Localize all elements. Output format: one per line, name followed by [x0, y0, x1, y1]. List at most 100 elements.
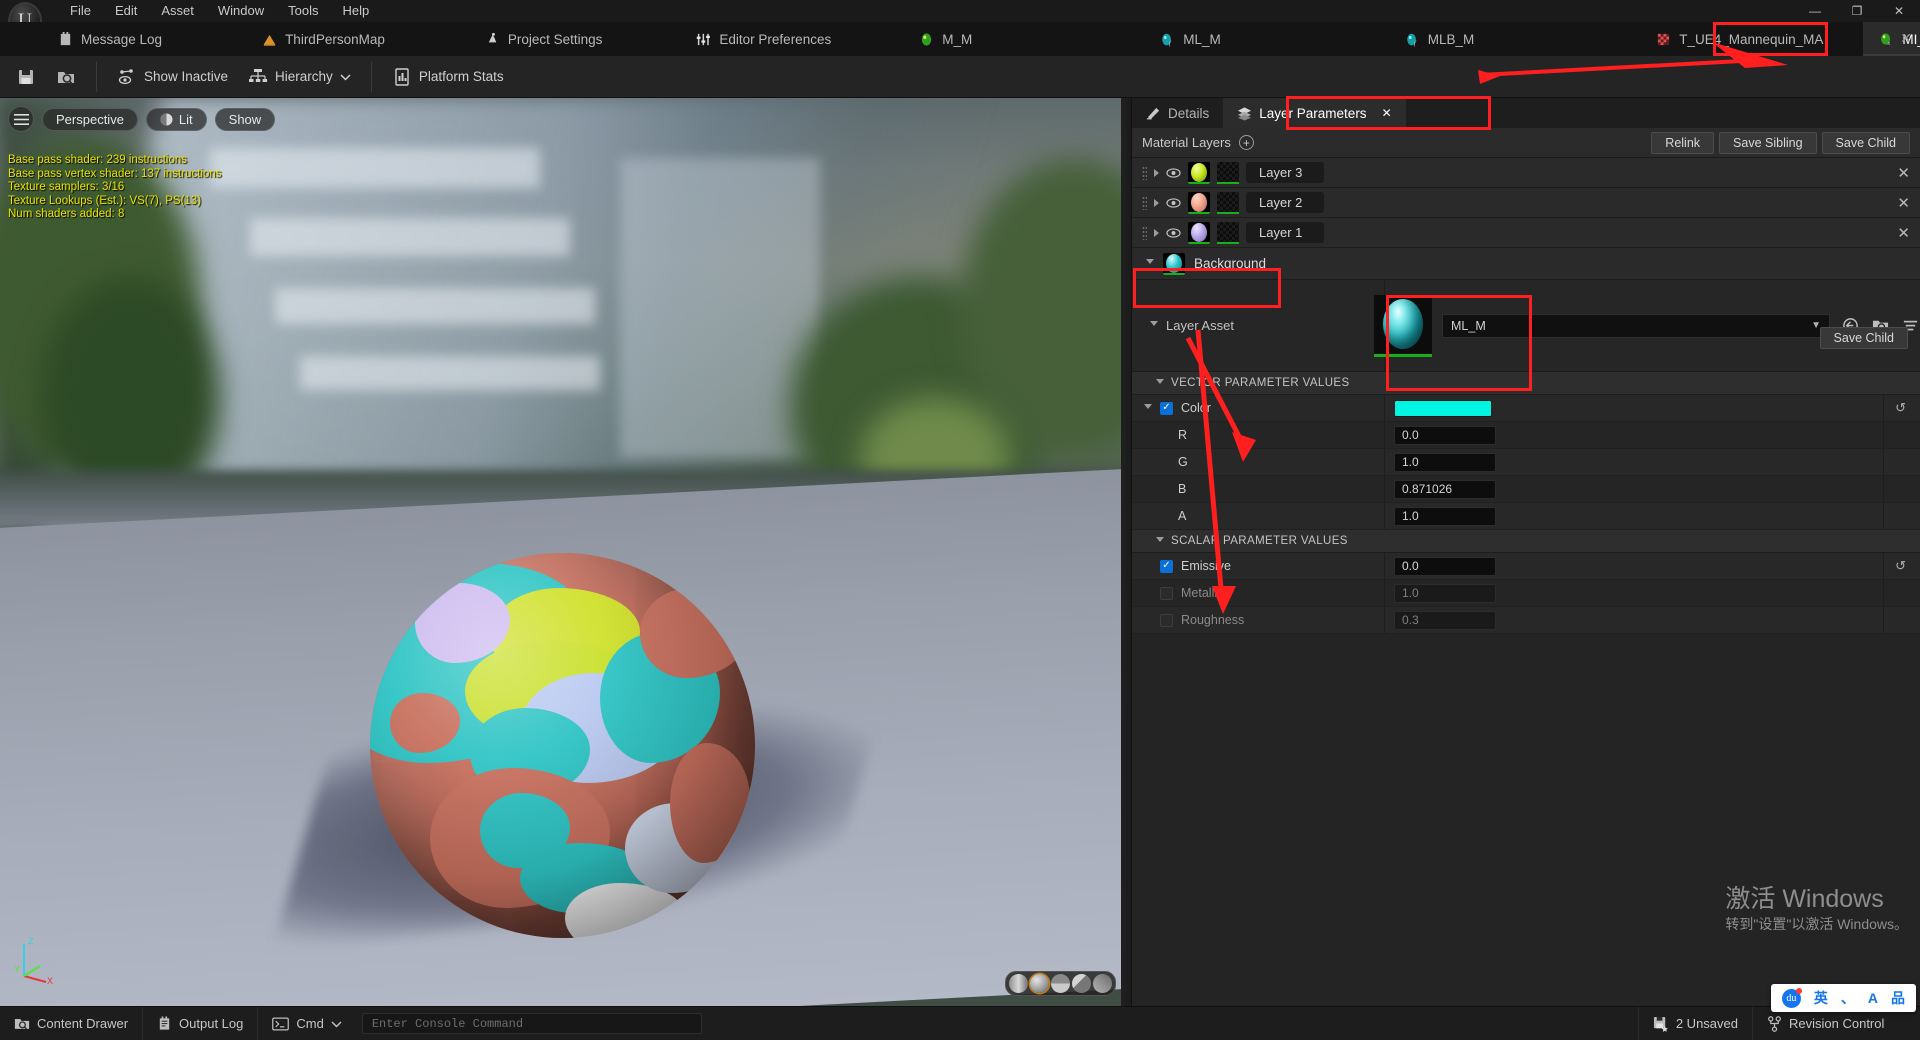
plane-preview-button[interactable] [1051, 974, 1070, 993]
layer-thumbnail[interactable] [1188, 191, 1210, 214]
ime-toolbar[interactable]: du 英 、 A 品 [1770, 984, 1916, 1012]
metallic-checkbox[interactable] [1160, 586, 1173, 600]
close-all-tabs-icon[interactable]: ✕ [1900, 30, 1912, 47]
remove-layer-icon[interactable]: ✕ [1897, 194, 1910, 212]
unsaved-assets-button[interactable]: 2 Unsaved [1637, 1006, 1752, 1040]
g-value-field[interactable]: 1.0 [1394, 452, 1496, 472]
tab-t-ue4-mannequin-ma[interactable]: T_UE4_Mannequin_MA [1640, 22, 1839, 56]
layer-row-background[interactable]: Background [1132, 248, 1920, 280]
property-row-metallic[interactable]: Metallic 1.0 [1132, 580, 1920, 607]
a-value-field[interactable]: 1.0 [1394, 506, 1496, 526]
browse-button[interactable] [46, 62, 86, 92]
layer-asset-thumbnail[interactable] [1374, 294, 1432, 357]
viewport-viewmode-button[interactable]: Lit [145, 107, 207, 131]
drag-handle-icon[interactable] [1142, 195, 1147, 210]
collapse-arrow-icon[interactable] [1146, 259, 1154, 268]
save-button[interactable] [6, 62, 46, 92]
layer-name-label[interactable]: Layer 1 [1246, 222, 1324, 243]
layer-row-3[interactable]: Layer 3 ✕ [1132, 158, 1920, 188]
drag-handle-icon[interactable] [1142, 165, 1147, 180]
plus-circle-icon[interactable]: + [1238, 135, 1254, 150]
property-row-color[interactable]: Color ↺ [1132, 395, 1920, 422]
layer-name-label[interactable]: Layer 3 [1246, 162, 1324, 183]
property-row-roughness[interactable]: Roughness 0.3 [1132, 607, 1920, 634]
viewport-perspective-button[interactable]: Perspective [42, 107, 138, 131]
layer-mask-thumbnail[interactable] [1217, 191, 1239, 214]
save-sibling-button[interactable]: Save Sibling [1719, 131, 1817, 154]
revert-emissive-icon[interactable]: ↺ [1895, 558, 1906, 574]
expand-arrow-icon[interactable] [1154, 228, 1159, 237]
roughness-checkbox[interactable] [1160, 613, 1173, 627]
menu-file[interactable]: File [58, 0, 103, 22]
cube-preview-button[interactable] [1072, 974, 1091, 993]
property-row-emissive[interactable]: Emissive 0.0 ↺ [1132, 553, 1920, 580]
collapse-arrow-icon[interactable] [1150, 321, 1158, 330]
layer-thumbnail[interactable] [1188, 221, 1210, 244]
sphere-preview-button[interactable] [1030, 974, 1049, 993]
visibility-eye-icon[interactable] [1166, 227, 1181, 239]
ime-language-button[interactable]: 英 [1814, 988, 1828, 1008]
viewport-scrollbar[interactable] [1121, 98, 1126, 1006]
chevron-down-icon[interactable] [331, 1020, 342, 1028]
layer-mask-thumbnail[interactable] [1217, 161, 1239, 184]
custom-mesh-preview-button[interactable] [1093, 974, 1112, 993]
ime-punctuation-button[interactable]: 、 [1841, 988, 1855, 1008]
tab-ml-m[interactable]: f ML_M [1144, 22, 1237, 56]
expand-arrow-icon[interactable] [1154, 198, 1159, 207]
platform-stats-button[interactable]: Platform Stats [382, 62, 514, 92]
scalar-parameters-section-header[interactable]: SCALAR PARAMETER VALUES [1132, 530, 1920, 553]
layer-asset-save-child-button[interactable]: Save Child [1819, 326, 1908, 349]
emissive-value-field[interactable]: 0.0 [1394, 556, 1496, 576]
viewport-show-button[interactable]: Show [214, 107, 276, 131]
menu-asset[interactable]: Asset [149, 0, 206, 22]
tab-project-settings[interactable]: Project Settings [469, 22, 619, 56]
material-preview-viewport[interactable]: Perspective Lit Show Base pass shader: 2… [0, 98, 1126, 1006]
layer-mask-thumbnail[interactable] [1217, 221, 1239, 244]
b-value-field[interactable]: 0.871026 [1394, 479, 1496, 499]
property-row-r[interactable]: R 0.0 [1132, 422, 1920, 449]
menu-window[interactable]: Window [206, 0, 276, 22]
baidu-ime-icon[interactable]: du [1781, 987, 1802, 1008]
menu-edit[interactable]: Edit [103, 0, 149, 22]
minimize-button[interactable]: — [1794, 0, 1836, 22]
hierarchy-button[interactable]: Hierarchy [238, 63, 361, 91]
layer-row-1[interactable]: Layer 1 ✕ [1132, 218, 1920, 248]
relink-button[interactable]: Relink [1651, 131, 1715, 154]
console-command-input[interactable]: Enter Console Command [361, 1013, 702, 1034]
panel-tab-close-icon[interactable]: ✕ [1382, 106, 1392, 120]
vector-parameters-section-header[interactable]: VECTOR PARAMETER VALUES [1132, 372, 1920, 395]
ime-toolbox-button[interactable]: 品 [1891, 988, 1905, 1008]
expand-arrow-icon[interactable] [1154, 168, 1159, 177]
visibility-eye-icon[interactable] [1166, 197, 1181, 209]
collapse-arrow-icon[interactable] [1156, 378, 1164, 388]
drag-handle-icon[interactable] [1142, 225, 1147, 240]
tab-thirdpersonmap[interactable]: ThirdPersonMap [246, 22, 401, 56]
menu-help[interactable]: Help [330, 0, 381, 22]
layer-asset-combo[interactable]: ML_M ▼ [1442, 313, 1830, 338]
viewport-menu-button[interactable] [8, 106, 34, 132]
collapse-arrow-icon[interactable] [1144, 403, 1152, 413]
layer-row-2[interactable]: Layer 2 ✕ [1132, 188, 1920, 218]
tab-mlb-m[interactable]: f MLB_M [1389, 22, 1491, 56]
color-checkbox[interactable] [1160, 401, 1173, 415]
color-swatch[interactable] [1394, 399, 1492, 417]
layer-thumbnail[interactable] [1188, 161, 1210, 184]
preview-sphere[interactable] [370, 553, 755, 938]
emissive-checkbox[interactable] [1160, 559, 1173, 573]
tab-layer-parameters[interactable]: Layer Parameters ✕ [1223, 98, 1406, 128]
tab-details[interactable]: Details [1132, 98, 1223, 128]
layer-name-label[interactable]: Layer 2 [1246, 192, 1324, 213]
r-value-field[interactable]: 0.0 [1394, 425, 1496, 445]
property-row-a[interactable]: A 1.0 [1132, 503, 1920, 530]
revert-color-icon[interactable]: ↺ [1895, 400, 1906, 416]
cylinder-preview-button[interactable] [1009, 974, 1028, 993]
tab-message-log[interactable]: Message Log [0, 22, 178, 56]
property-row-b[interactable]: B 0.871026 [1132, 476, 1920, 503]
ime-mode-button[interactable]: A [1868, 990, 1878, 1006]
background-thumbnail[interactable] [1163, 252, 1185, 275]
output-log-button[interactable]: Output Log [143, 1006, 259, 1040]
collapse-arrow-icon[interactable] [1156, 536, 1164, 546]
property-row-g[interactable]: G 1.0 [1132, 449, 1920, 476]
save-child-button[interactable]: Save Child [1821, 131, 1910, 154]
cmd-button[interactable]: Cmd [258, 1007, 355, 1040]
